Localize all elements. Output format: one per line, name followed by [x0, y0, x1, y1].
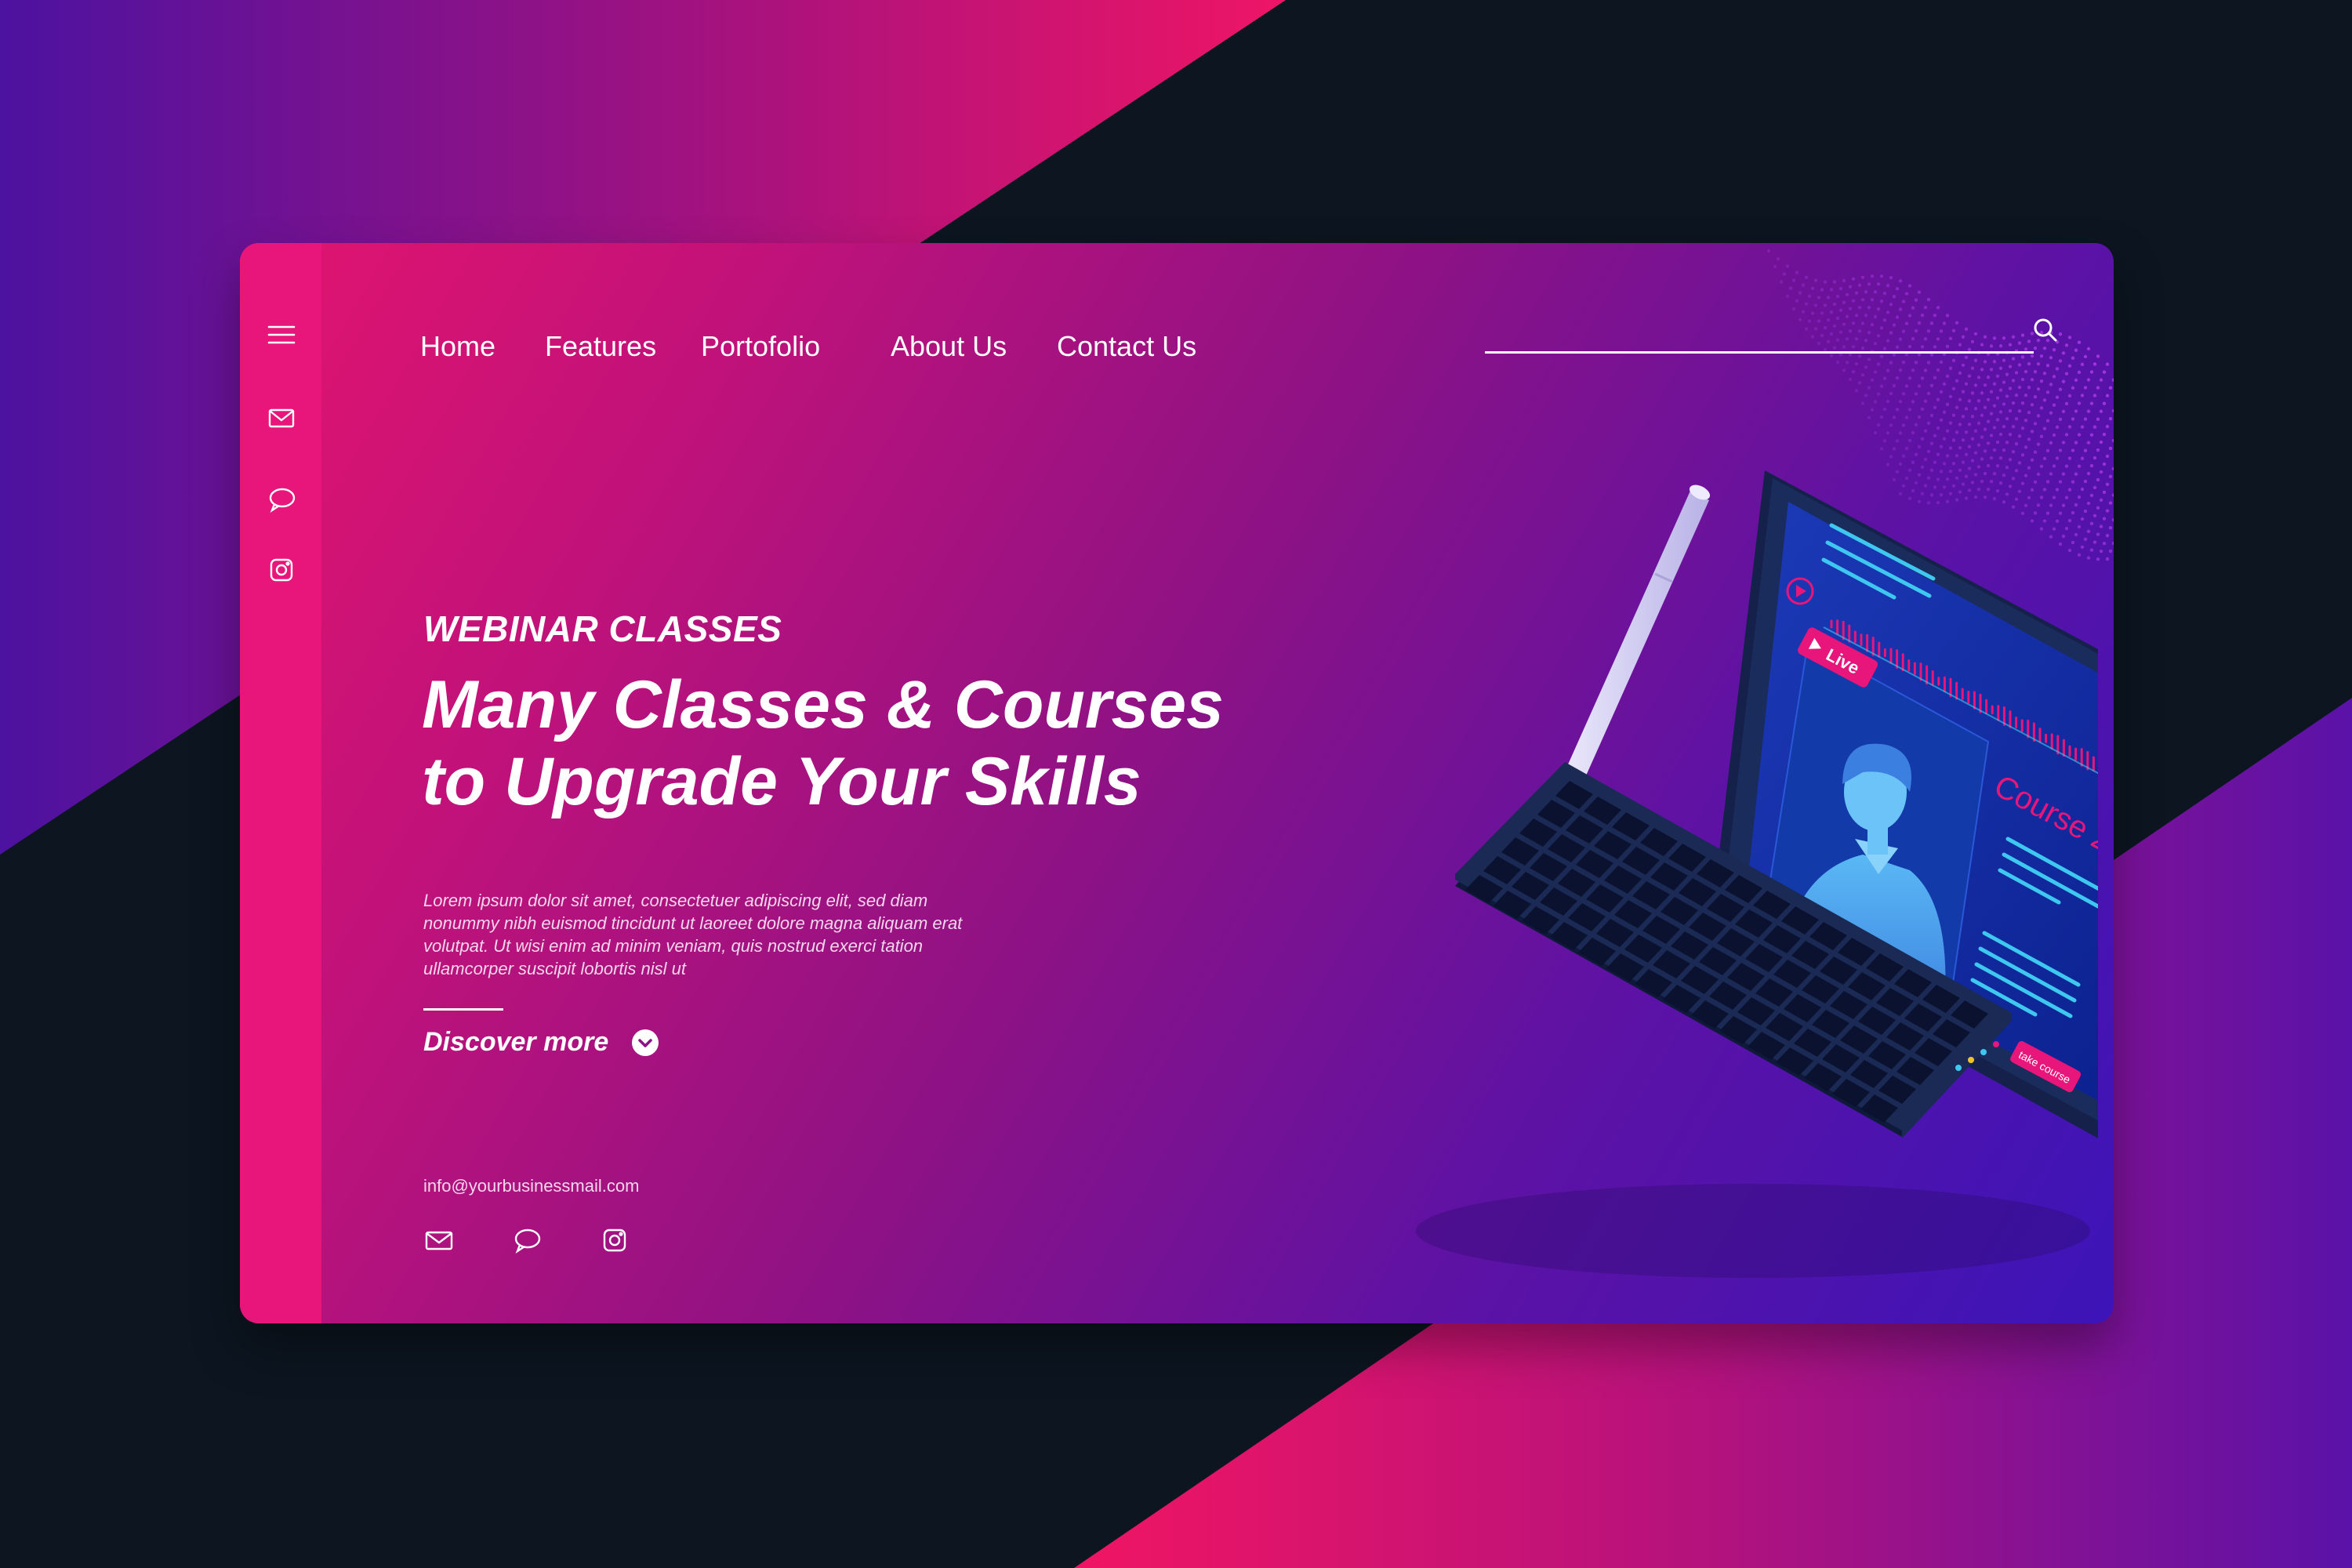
chevron-down-icon[interactable]: [632, 1029, 659, 1056]
nav-about-us[interactable]: About Us: [891, 315, 1007, 378]
chat-icon[interactable]: [510, 1223, 544, 1258]
headline-line-2: to Upgrade Your Skills: [422, 744, 1142, 819]
mail-icon[interactable]: [265, 401, 298, 434]
headline-line-1: Many Classes & Courses: [422, 667, 1224, 742]
discover-more-button[interactable]: Discover more: [423, 1027, 659, 1058]
device-shadow: [1416, 1184, 2090, 1278]
nav-portofolio[interactable]: Portofolio: [701, 315, 820, 378]
instagram-icon[interactable]: [265, 554, 298, 586]
nav-features[interactable]: Features: [545, 315, 656, 378]
hero-description: Lorem ipsum dolor sit amet, consectetuer…: [423, 891, 963, 978]
page-title: Many Classes & Courses to Upgrade Your S…: [422, 666, 1284, 820]
sidebar: [240, 243, 321, 1323]
discover-more-label: Discover more: [423, 1027, 609, 1057]
tablet-illustration: Live Course 25 take course: [1416, 470, 2098, 1278]
landing-card: Home Features Portofolio About Us Contac…: [240, 243, 2114, 1323]
eyebrow-label: WEBINAR CLASSES: [423, 608, 782, 649]
divider: [423, 1008, 503, 1011]
mail-icon[interactable]: [422, 1223, 456, 1258]
nav-contact-us[interactable]: Contact Us: [1057, 315, 1196, 378]
nav-home[interactable]: Home: [420, 315, 495, 378]
contact-email[interactable]: info@yourbusinessmail.com: [423, 1176, 639, 1196]
instagram-icon[interactable]: [597, 1223, 632, 1258]
search-icon[interactable]: [2029, 314, 2063, 348]
search-input[interactable]: [1485, 351, 2034, 354]
chat-icon[interactable]: [265, 483, 298, 516]
menu-icon[interactable]: [265, 318, 298, 351]
